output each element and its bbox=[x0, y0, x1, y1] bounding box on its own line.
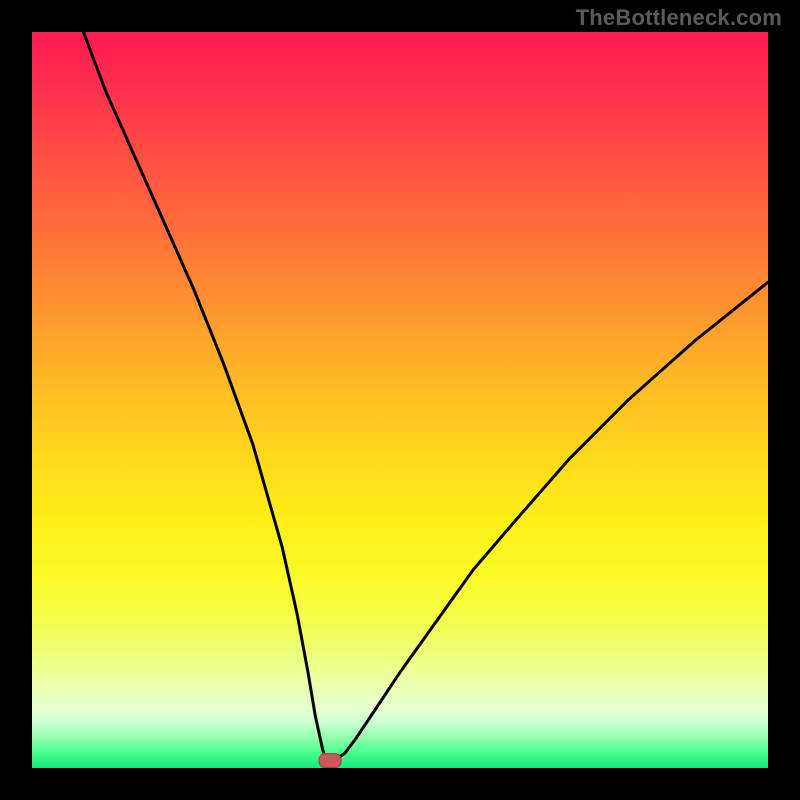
bottleneck-curve bbox=[84, 32, 769, 761]
plot-area bbox=[32, 32, 768, 768]
chart-frame: TheBottleneck.com bbox=[0, 0, 800, 800]
curve-layer bbox=[32, 32, 768, 768]
minimum-marker bbox=[319, 754, 341, 768]
watermark-text: TheBottleneck.com bbox=[576, 5, 782, 31]
